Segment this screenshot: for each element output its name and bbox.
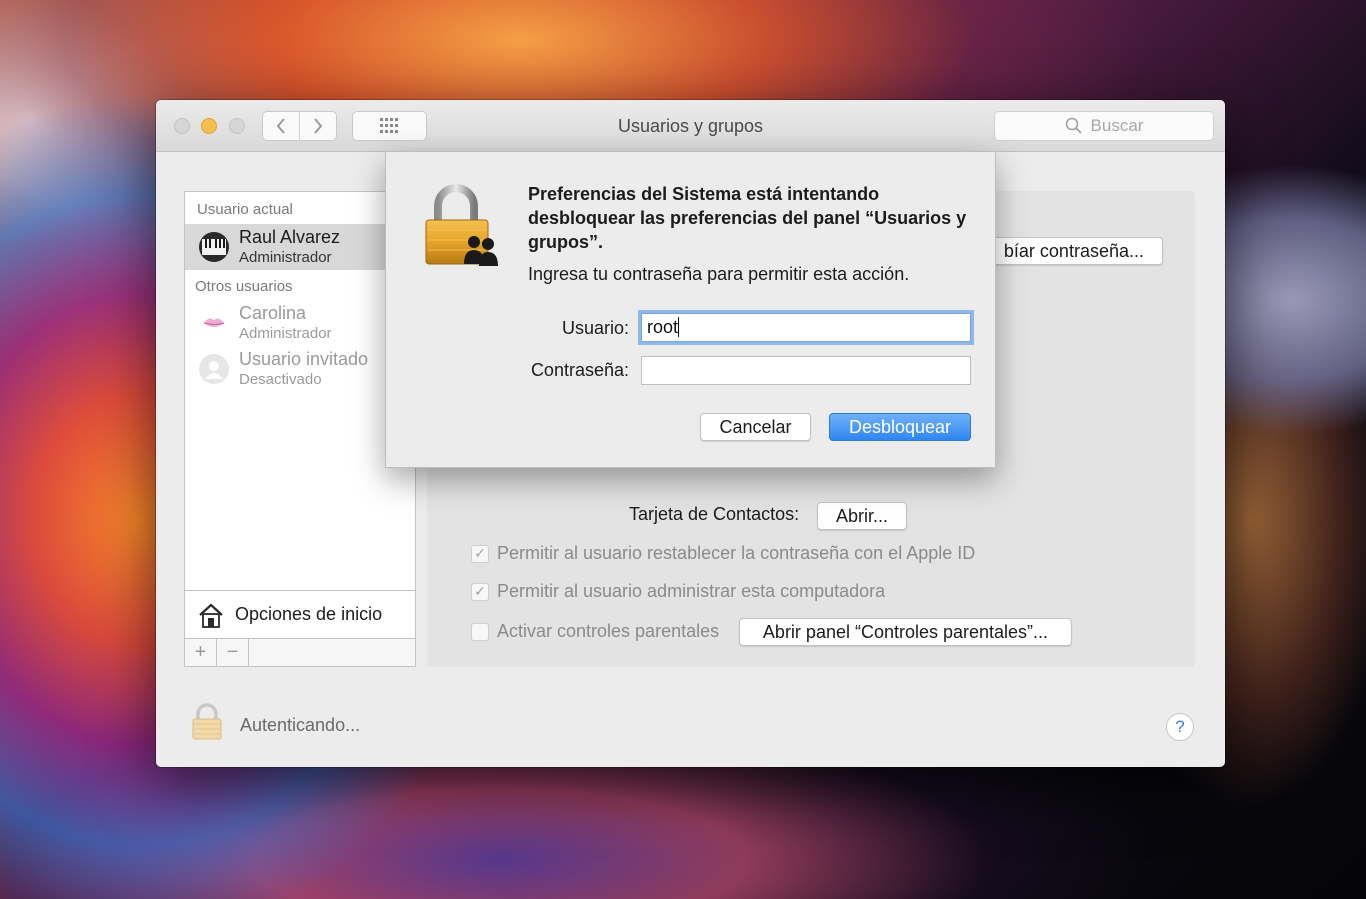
- house-icon: [199, 603, 223, 628]
- user-role: Desactivado: [239, 371, 322, 388]
- authenticating-status: Autenticando...: [240, 715, 361, 735]
- checkbox-unchecked-icon[interactable]: [471, 622, 489, 641]
- checkbox-row-admin[interactable]: ✓ Permitir al usuario administrar esta c…: [471, 581, 885, 602]
- add-remove-bar: + −: [185, 638, 415, 666]
- user-row-guest[interactable]: Usuario invitado Desactivado: [185, 346, 415, 392]
- open-contact-button[interactable]: Abrir...: [817, 502, 907, 530]
- login-options-label: Opciones de inicio: [235, 604, 383, 624]
- piano-avatar-icon: [199, 232, 229, 262]
- help-label: ?: [1175, 717, 1185, 736]
- lips-avatar-icon: [199, 308, 229, 338]
- help-button[interactable]: ?: [1166, 713, 1194, 741]
- remove-user-button[interactable]: −: [217, 639, 249, 666]
- unlock-label: Desbloquear: [848, 416, 952, 437]
- current-user-role: Administrador: [239, 249, 332, 266]
- current-user-section-label: Usuario actual: [197, 201, 293, 218]
- user-row-carolina[interactable]: Carolina Administrador: [185, 300, 415, 346]
- search-icon: [1065, 117, 1082, 134]
- cancel-button[interactable]: Cancelar: [700, 413, 811, 441]
- current-user-name: Raul Alvarez: [239, 227, 341, 247]
- checkbox-label: Activar controles parentales: [497, 621, 720, 641]
- username-label: Usuario:: [561, 318, 629, 338]
- user-role: Administrador: [239, 325, 332, 342]
- contact-card-label: Tarjeta de Contactos:: [629, 504, 800, 524]
- add-label: +: [194, 641, 207, 663]
- guest-avatar-icon: [199, 354, 229, 384]
- username-field[interactable]: root: [641, 313, 971, 342]
- password-label: Contraseña:: [530, 360, 629, 380]
- checkbox-label: Permitir al usuario administrar esta com…: [497, 581, 886, 601]
- authentication-dialog: Preferencias del Sistema está intentando…: [385, 151, 996, 468]
- remove-label: −: [226, 641, 239, 663]
- change-password-label: bíar contraseña...: [1003, 240, 1144, 261]
- search-field[interactable]: Buscar: [994, 111, 1214, 141]
- user-row-current[interactable]: Raul Alvarez Administrador: [185, 224, 415, 270]
- padlock-users-icon: [422, 182, 502, 275]
- parental-button-label: Abrir panel “Controles parentales”...: [762, 621, 1049, 642]
- checkbox-row-apple-id[interactable]: ✓ Permitir al usuario restablecer la con…: [471, 543, 975, 564]
- unlock-button[interactable]: Desbloquear: [829, 413, 971, 441]
- change-password-button[interactable]: bíar contraseña...: [985, 237, 1163, 265]
- username-value: root: [647, 317, 679, 337]
- dialog-subtitle: Ingresa tu contraseña para permitir esta…: [528, 264, 910, 284]
- checkbox-row-parental[interactable]: Activar controles parentales: [471, 621, 719, 642]
- lock-icon[interactable]: [190, 702, 224, 747]
- other-users-section-label: Otros usuarios: [195, 278, 293, 295]
- dialog-title: Preferencias del Sistema está intentando…: [528, 184, 967, 252]
- user-name: Usuario invitado: [239, 349, 369, 369]
- checkbox-checked-icon[interactable]: ✓: [471, 582, 489, 601]
- text-caret: [678, 317, 680, 337]
- cancel-label: Cancelar: [719, 416, 792, 437]
- users-sidebar: Usuario actual Raul Alvarez Administrado…: [184, 191, 416, 667]
- checkbox-label: Permitir al usuario restablecer la contr…: [497, 543, 976, 563]
- open-parental-controls-button[interactable]: Abrir panel “Controles parentales”...: [739, 618, 1072, 646]
- password-field[interactable]: [641, 356, 971, 385]
- user-name: Carolina: [239, 303, 307, 323]
- title-bar: Usuarios y grupos Buscar: [156, 100, 1225, 152]
- login-options-item[interactable]: Opciones de inicio: [185, 590, 415, 638]
- checkbox-checked-icon[interactable]: ✓: [471, 544, 489, 563]
- add-user-button[interactable]: +: [185, 639, 217, 666]
- open-contact-label: Abrir...: [835, 505, 888, 526]
- search-placeholder: Buscar: [1090, 116, 1144, 135]
